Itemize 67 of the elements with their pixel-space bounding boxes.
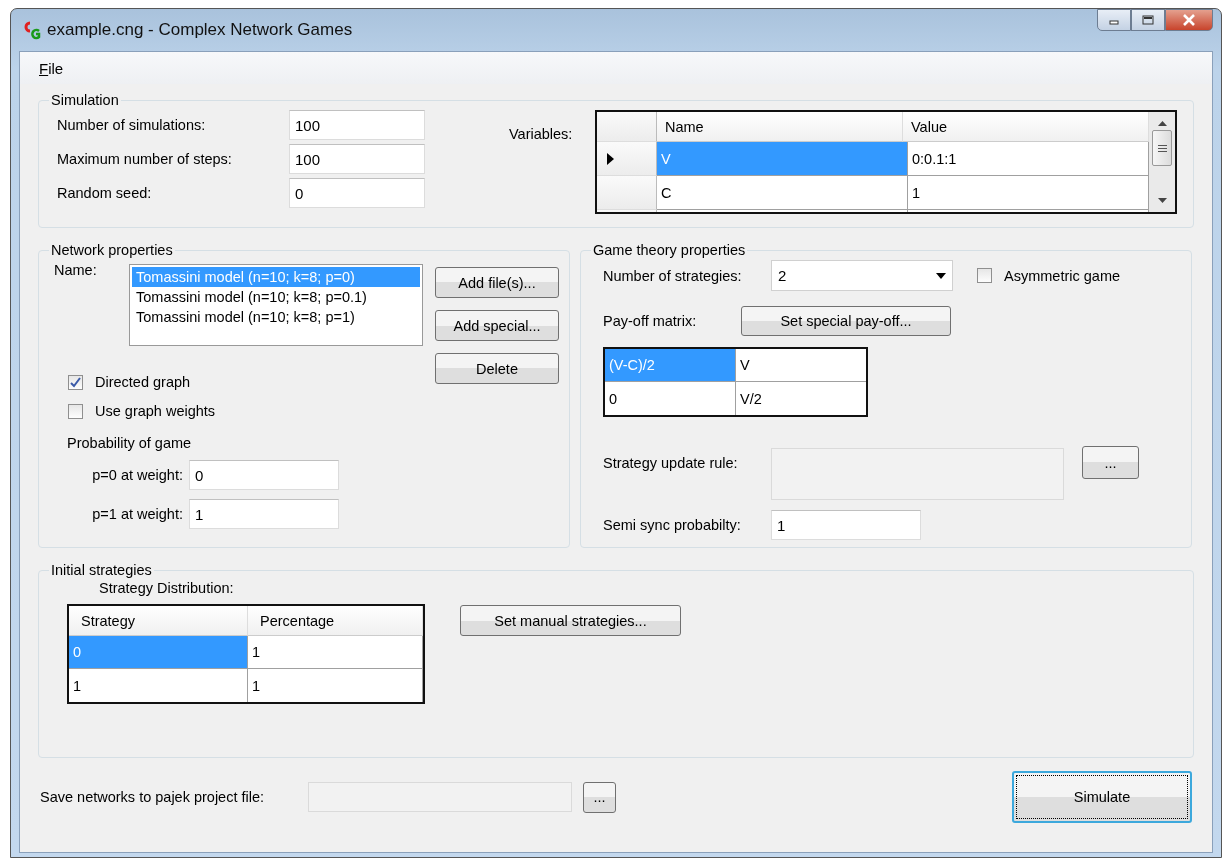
row-header [597, 112, 657, 142]
input-field[interactable]: 100 [289, 144, 425, 174]
scrollbar[interactable] [1149, 112, 1175, 212]
row-header[interactable] [597, 142, 657, 176]
table-cell[interactable]: 1 [248, 636, 423, 669]
field-label: Strategy Distribution: [99, 580, 235, 596]
minimize-button[interactable] [1097, 9, 1131, 31]
checkbox-label: Asymmetric game [1004, 267, 1121, 284]
input-field[interactable]: 100 [289, 110, 425, 140]
table-cell[interactable]: V/2 [736, 382, 866, 415]
field-label: Variables: [509, 126, 574, 142]
field-label: Name: [53, 262, 98, 278]
checkbox[interactable] [977, 268, 992, 283]
field-label: p=0 at weight: [91, 467, 184, 483]
field-label: Pay-off matrix: [603, 313, 698, 329]
restore-icon [1141, 15, 1155, 25]
table-cell[interactable]: 0 [605, 382, 736, 415]
push-button[interactable]: Delete [435, 353, 559, 384]
checkbox[interactable] [68, 403, 83, 419]
field-label: Semi sync probabilty: [603, 517, 742, 533]
scroll-up-icon[interactable] [1157, 120, 1167, 126]
column-header[interactable]: Strategy [69, 606, 248, 636]
group-title: Initial strategies [50, 562, 153, 578]
browse-button[interactable]: ... [1082, 446, 1139, 479]
field-label: Number of strategies: [603, 267, 743, 284]
push-button[interactable]: Add file(s)... [435, 267, 559, 298]
field-label: Strategy update rule: [603, 455, 739, 471]
field-label: p=1 at weight: [91, 506, 184, 522]
push-button[interactable]: Add special... [435, 310, 559, 341]
table-cell[interactable]: 1 [908, 176, 1149, 210]
group-title: Simulation [50, 92, 120, 108]
field-label: Number of simulations: [57, 117, 207, 133]
column-header[interactable]: Value [903, 112, 1149, 142]
list-item[interactable]: Tomassini model (n=10; k=8; p=1) [132, 307, 420, 327]
file-path-field[interactable] [308, 782, 572, 812]
restore-button[interactable] [1131, 9, 1165, 31]
push-button[interactable]: Set manual strategies... [460, 605, 681, 636]
input-field[interactable]: 1 [771, 510, 921, 540]
field-label: Save networks to pajek project file: [40, 789, 266, 805]
section-label: Probability of game [67, 435, 193, 451]
checkbox-label: Use graph weights [95, 403, 216, 419]
close-button[interactable] [1165, 9, 1213, 31]
group-title: Game theory properties [592, 242, 747, 258]
field-label: Random seed: [57, 185, 153, 201]
column-header[interactable]: Percentage [248, 606, 423, 636]
browse-button[interactable]: ... [583, 781, 616, 813]
scroll-down-icon[interactable] [1157, 198, 1167, 204]
update-rule-field[interactable] [771, 448, 1064, 500]
dropdown-arrow-icon [936, 272, 946, 279]
field-label: Maximum number of steps: [57, 151, 233, 167]
checkbox[interactable] [68, 374, 83, 390]
table-cell[interactable]: 0:0.1:1 [908, 142, 1149, 176]
strategies-dropdown[interactable]: 2 [771, 260, 953, 291]
input-field[interactable]: 0 [189, 460, 339, 490]
simulate-button[interactable]: Simulate [1012, 771, 1192, 823]
window-title: example.cng - Complex Network Games [47, 20, 353, 40]
input-field[interactable]: 0 [289, 178, 425, 208]
checkbox-label: Directed graph [95, 374, 191, 390]
list-item[interactable]: Tomassini model (n=10; k=8; p=0.1) [132, 287, 420, 307]
column-header[interactable]: Name [657, 112, 903, 142]
input-field[interactable]: 1 [189, 499, 339, 529]
close-icon [1182, 14, 1196, 26]
push-button[interactable]: Set special pay-off... [741, 306, 951, 336]
table-cell[interactable]: C [657, 176, 908, 210]
menu-item[interactable]: File [32, 57, 71, 79]
group-title: Network properties [50, 242, 174, 258]
table-cell[interactable]: V [736, 349, 866, 382]
